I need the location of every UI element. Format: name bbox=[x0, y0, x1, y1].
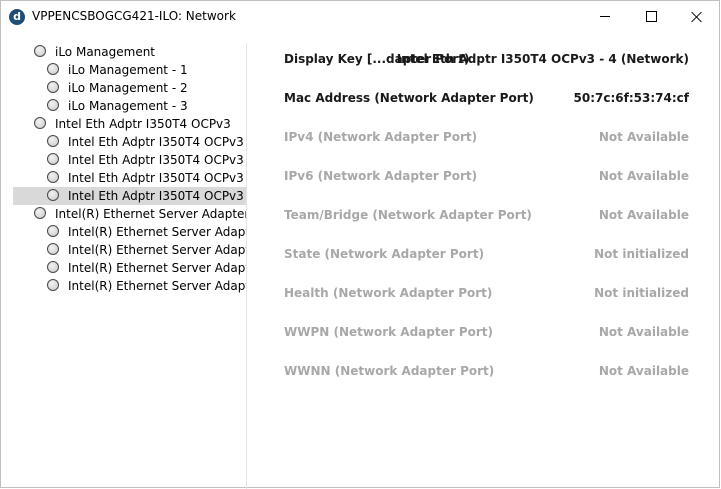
node-circle-icon bbox=[47, 81, 59, 93]
property-value: Not Available bbox=[598, 169, 689, 183]
property-row: WWPN (Network Adapter Port) Not Available bbox=[284, 322, 689, 342]
property-value: Not initialized bbox=[594, 247, 689, 261]
window-title: VPPENCSBOGCG421-ILO: Network bbox=[32, 9, 236, 23]
property-label: IPv6 (Network Adapter Port) bbox=[284, 169, 478, 183]
close-icon bbox=[691, 11, 703, 23]
node-circle-icon bbox=[47, 153, 59, 165]
tree-item[interactable]: Intel(R) Ethernet Server Adapter I3 bbox=[13, 277, 246, 295]
tree-item-label: Intel(R) Ethernet Server Adapter I3 bbox=[68, 279, 246, 293]
app-icon: d bbox=[9, 9, 25, 25]
tree-item[interactable]: Intel Eth Adptr I350T4 OCPv3 - 4 ( bbox=[13, 187, 246, 205]
network-window: d VPPENCSBOGCG421-ILO: Network iLo Manag… bbox=[0, 0, 720, 489]
property-value: 50:7c:6f:53:74:cf bbox=[573, 91, 689, 105]
tree-item[interactable]: iLo Management - 2 bbox=[13, 79, 246, 97]
property-row: Display Key [...dapter Port) Intel Eth Ad… bbox=[284, 49, 689, 69]
property-label: Team/Bridge (Network Adapter Port) bbox=[284, 208, 532, 222]
node-circle-icon bbox=[34, 45, 46, 57]
property-row: IPv4 (Network Adapter Port) Not Available bbox=[284, 127, 689, 147]
property-value: Not Available bbox=[598, 130, 689, 144]
tree-item-label: iLo Management bbox=[55, 45, 156, 59]
tree-item-label: Intel(R) Ethernet Server Adapter I3 bbox=[68, 261, 246, 275]
minimize-button[interactable] bbox=[582, 1, 628, 32]
node-circle-icon bbox=[47, 135, 59, 147]
tree-item-label: Intel Eth Adptr I350T4 OCPv3 bbox=[55, 117, 231, 131]
tree-item-label: Intel Eth Adptr I350T4 OCPv3 - 1 ( bbox=[68, 135, 246, 149]
property-label: State (Network Adapter Port) bbox=[284, 247, 485, 261]
property-value: Not Available bbox=[598, 325, 689, 339]
tree-item[interactable]: Intel Eth Adptr I350T4 OCPv3 - 1 ( bbox=[13, 133, 246, 151]
property-row: Mac Address (Network Adapter Port) 50:7c:… bbox=[284, 88, 689, 108]
tree-item[interactable]: Intel(R) Ethernet Server Adapter I3 bbox=[13, 223, 246, 241]
property-label: WWNN (Network Adapter Port) bbox=[284, 364, 495, 378]
tree-item[interactable]: Intel Eth Adptr I350T4 OCPv3 bbox=[13, 115, 246, 133]
tree-item[interactable]: Intel(R) Ethernet Server Adapter I3 bbox=[13, 259, 246, 277]
title-bar[interactable]: d VPPENCSBOGCG421-ILO: Network bbox=[1, 1, 719, 32]
node-circle-icon bbox=[47, 171, 59, 183]
property-label: Mac Address (Network Adapter Port) bbox=[284, 91, 534, 105]
tree-item[interactable]: iLo Management bbox=[13, 43, 246, 61]
property-row: State (Network Adapter Port) Not initiali… bbox=[284, 244, 689, 264]
maximize-button[interactable] bbox=[628, 1, 674, 32]
property-value: Not initialized bbox=[594, 286, 689, 300]
property-row: Health (Network Adapter Port) Not initial… bbox=[284, 283, 689, 303]
tree-item-label: Intel(R) Ethernet Server Adapter I3 bbox=[68, 225, 246, 239]
property-label: WWPN (Network Adapter Port) bbox=[284, 325, 494, 339]
pane-divider[interactable] bbox=[246, 43, 247, 489]
node-circle-icon bbox=[47, 279, 59, 291]
minimize-icon bbox=[600, 16, 610, 17]
node-circle-icon bbox=[34, 207, 46, 219]
tree-item[interactable]: Intel Eth Adptr I350T4 OCPv3 - 3 ( bbox=[13, 169, 246, 187]
property-label: IPv4 (Network Adapter Port) bbox=[284, 130, 478, 144]
property-row: Team/Bridge (Network Adapter Port) Not Av… bbox=[284, 205, 689, 225]
tree-item-label: iLo Management - 1 bbox=[68, 63, 188, 77]
node-circle-icon bbox=[47, 189, 59, 201]
tree-item-label: Intel Eth Adptr I350T4 OCPv3 - 2 ( bbox=[68, 153, 246, 167]
property-value: Not Available bbox=[598, 364, 689, 378]
node-circle-icon bbox=[47, 225, 59, 237]
node-circle-icon bbox=[47, 243, 59, 255]
node-circle-icon bbox=[47, 99, 59, 111]
property-value: Not Available bbox=[598, 208, 689, 222]
node-circle-icon bbox=[47, 261, 59, 273]
tree-item-label: Intel Eth Adptr I350T4 OCPv3 - 4 ( bbox=[68, 189, 246, 203]
property-value: Intel Eth Adptr I350T4 OCPv3 - 4 (Networ… bbox=[396, 52, 689, 66]
maximize-icon bbox=[645, 11, 657, 22]
tree-item-label: Intel(R) Ethernet Server Adapter I3 bbox=[68, 243, 246, 257]
tree-item[interactable]: Intel(R) Ethernet Server Adapter I350 bbox=[13, 205, 246, 223]
tree-item[interactable]: iLo Management - 1 bbox=[13, 61, 246, 79]
property-row: WWNN (Network Adapter Port) Not Available bbox=[284, 361, 689, 381]
tree-item-label: iLo Management - 3 bbox=[68, 99, 188, 113]
tree-item-label: Intel(R) Ethernet Server Adapter I350 bbox=[55, 207, 246, 221]
property-row: IPv6 (Network Adapter Port) Not Available bbox=[284, 166, 689, 186]
tree-item[interactable]: Intel Eth Adptr I350T4 OCPv3 - 2 ( bbox=[13, 151, 246, 169]
tree-item[interactable]: Intel(R) Ethernet Server Adapter I3 bbox=[13, 241, 246, 259]
node-circle-icon bbox=[47, 63, 59, 75]
property-label: Health (Network Adapter Port) bbox=[284, 286, 493, 300]
node-circle-icon bbox=[34, 117, 46, 129]
tree-item-label: iLo Management - 2 bbox=[68, 81, 188, 95]
tree-item-label: Intel Eth Adptr I350T4 OCPv3 - 3 ( bbox=[68, 171, 246, 185]
network-tree: iLo Management iLo Management - 1 iLo Mana… bbox=[13, 43, 246, 483]
close-button[interactable] bbox=[674, 1, 720, 32]
tree-item[interactable]: iLo Management - 3 bbox=[13, 97, 246, 115]
